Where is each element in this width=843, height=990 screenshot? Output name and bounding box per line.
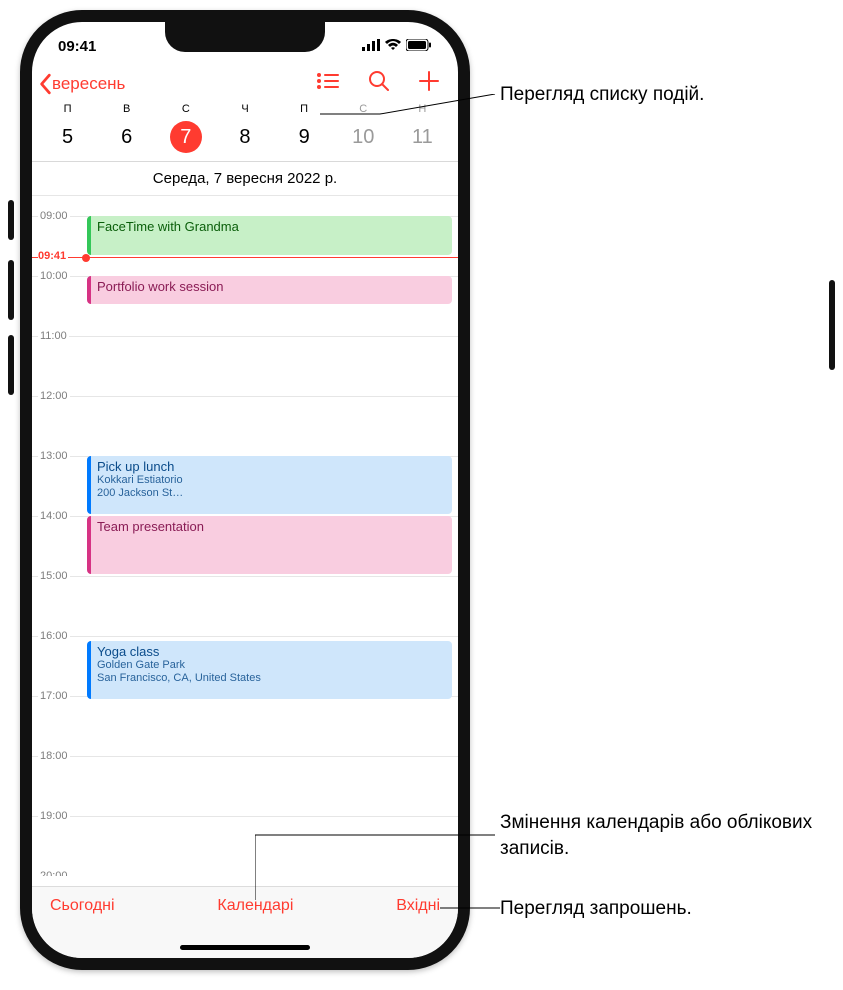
callout-list-view: Перегляд списку подій. [500,82,704,108]
list-icon [316,72,340,90]
back-button[interactable]: вересень [38,73,125,95]
hour-label: 13:00 [38,450,70,462]
now-dot [82,254,90,262]
hour-label: 14:00 [38,510,70,522]
hour-row: 12:00 [32,396,458,456]
event-subtitle: Golden Gate Park [97,659,446,672]
calendar-event[interactable]: FaceTime with Grandma [87,216,452,255]
event-title: FaceTime with Grandma [97,219,446,234]
weekday-wed[interactable]: С7 [161,103,211,153]
search-icon [368,70,390,92]
weekday-mon[interactable]: П5 [43,103,93,153]
cellular-icon [362,38,380,55]
list-view-button[interactable] [316,72,340,95]
event-title: Team presentation [97,519,446,534]
status-time: 09:41 [58,38,96,55]
event-title: Pick up lunch [97,459,446,474]
day-timeline[interactable]: 09:0010:0011:0012:0013:0014:0015:0016:00… [32,196,458,876]
today-button[interactable]: Сьогодні [50,897,115,915]
hour-label: 12:00 [38,390,70,402]
battery-icon [406,38,432,55]
plus-icon [418,70,440,92]
hour-row: 17:00 [32,696,458,756]
hour-label: 16:00 [38,630,70,642]
calendar-event[interactable]: Yoga classGolden Gate ParkSan Francisco,… [87,641,452,699]
now-label: 09:41 [38,250,68,262]
hour-label: 17:00 [38,690,70,702]
event-subtitle: Kokkari Estiatorio [97,474,446,487]
search-button[interactable] [368,70,390,97]
phone-frame: 09:41 вересень [20,10,470,970]
calendar-event[interactable]: Team presentation [87,516,452,574]
hour-label: 09:00 [38,210,70,222]
calendar-event[interactable]: Portfolio work session [87,276,452,304]
event-title: Yoga class [97,644,446,659]
current-time-indicator: 09:41 [32,257,458,258]
hour-label: 11:00 [38,330,69,342]
event-subtitle: 200 Jackson St… [97,487,446,500]
hour-label: 20:00 [38,870,70,876]
hour-row: 11:00 [32,336,458,396]
event-title: Portfolio work session [97,279,446,294]
weekday-thu[interactable]: Ч8 [220,103,270,153]
callout-calendars: Змінення календарів або облікових записі… [500,810,830,861]
weekday-tue[interactable]: В6 [102,103,152,153]
event-subtitle: San Francisco, CA, United States [97,672,446,685]
wifi-icon [384,38,402,55]
add-event-button[interactable] [418,70,440,97]
hour-label: 15:00 [38,570,70,582]
selected-date-label: Середа, 7 вересня 2022 р. [32,162,458,196]
notch [165,22,325,52]
hour-row: 18:00 [32,756,458,816]
callout-inbox: Перегляд запрошень. [500,896,692,922]
hour-label: 18:00 [38,750,70,762]
hour-label: 10:00 [38,270,70,282]
hour-row: 15:00 [32,576,458,636]
back-label: вересень [52,74,125,94]
calendar-event[interactable]: Pick up lunchKokkari Estiatorio200 Jacks… [87,456,452,514]
home-indicator[interactable] [180,945,310,950]
hour-label: 19:00 [38,810,70,822]
